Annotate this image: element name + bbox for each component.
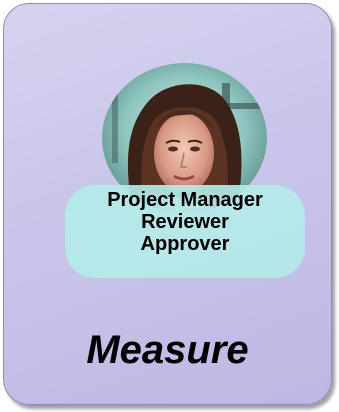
phase-title: Measure <box>86 328 249 372</box>
role-approver: Approver <box>140 233 230 255</box>
role-reviewer: Reviewer <box>141 211 229 233</box>
roles-label: Project Manager Reviewer Approver <box>65 185 305 278</box>
role-project-manager: Project Manager <box>107 189 263 211</box>
role-card: Project Manager Reviewer Approver Measur… <box>3 3 332 405</box>
